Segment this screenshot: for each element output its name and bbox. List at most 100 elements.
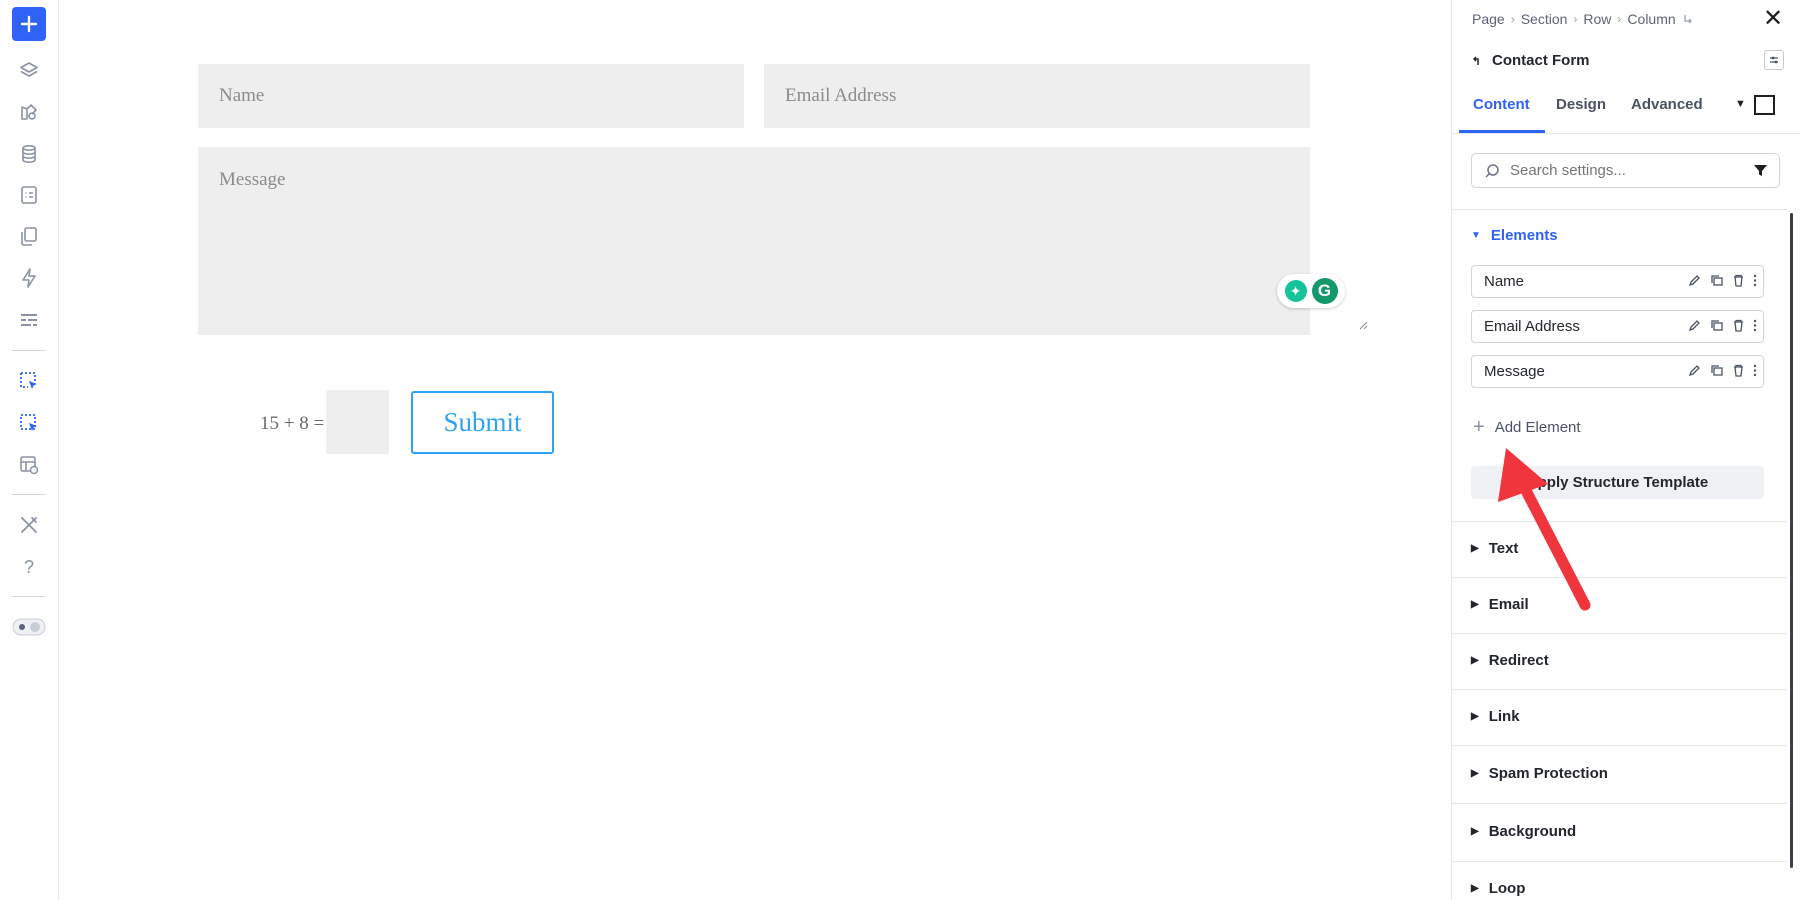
section-label: Text bbox=[1488, 540, 1519, 557]
element-row-name[interactable]: Name bbox=[1471, 265, 1764, 298]
more-vertical-icon[interactable] bbox=[1753, 318, 1757, 333]
resize-grip-icon[interactable] bbox=[1358, 320, 1368, 330]
more-vertical-icon[interactable] bbox=[1753, 363, 1757, 378]
breadcrumb-section[interactable]: Section bbox=[1521, 11, 1568, 27]
section-link[interactable]: ▶ Link bbox=[1471, 708, 1520, 725]
breadcrumb-page[interactable]: Page bbox=[1472, 11, 1505, 27]
section-label: Loop bbox=[1488, 880, 1526, 897]
divider bbox=[1452, 689, 1787, 690]
close-icon[interactable]: ✕ bbox=[1762, 7, 1784, 31]
email-placeholder: Email Address bbox=[785, 85, 897, 106]
edit-icon[interactable] bbox=[1687, 273, 1702, 288]
help-button[interactable]: ? bbox=[12, 550, 46, 584]
add-button[interactable] bbox=[12, 7, 46, 41]
grammarly-logo-icon[interactable]: G bbox=[1311, 278, 1338, 304]
apply-structure-template-button[interactable]: Apply Structure Template bbox=[1471, 466, 1764, 499]
list-icon bbox=[21, 314, 37, 326]
trash-icon[interactable] bbox=[1731, 273, 1746, 288]
select-cursor-alt-icon bbox=[20, 414, 37, 431]
section-spam-protection[interactable]: ▶ Spam Protection bbox=[1471, 765, 1608, 782]
section-redirect[interactable]: ▶ Redirect bbox=[1471, 652, 1549, 669]
panel-scrollbar[interactable] bbox=[1790, 213, 1793, 868]
section-text[interactable]: ▶ Text bbox=[1471, 540, 1518, 557]
back-icon[interactable] bbox=[1472, 55, 1484, 67]
modules-icon bbox=[21, 104, 37, 120]
panel-tabs: Content Design Advanced ▼ bbox=[1452, 90, 1800, 134]
captcha-question: 15 + 8 = bbox=[260, 413, 325, 434]
form-button[interactable] bbox=[12, 178, 46, 212]
captcha-input[interactable] bbox=[326, 390, 389, 454]
breadcrumb-separator: › bbox=[1617, 12, 1622, 26]
section-email[interactable]: ▶ Email bbox=[1471, 596, 1529, 613]
lightning-icon bbox=[22, 268, 36, 288]
theme-toggle[interactable] bbox=[12, 610, 46, 644]
select-button[interactable] bbox=[12, 364, 46, 398]
section-background[interactable]: ▶ Background bbox=[1471, 823, 1576, 840]
divider bbox=[1452, 745, 1787, 746]
breadcrumb-column[interactable]: Column bbox=[1627, 11, 1675, 27]
breadcrumb-separator: › bbox=[1573, 12, 1578, 26]
caret-right-icon: ▶ bbox=[1471, 655, 1479, 666]
list-button[interactable] bbox=[12, 303, 46, 337]
breadcrumb-separator: › bbox=[1510, 12, 1515, 26]
more-vertical-icon[interactable] bbox=[1753, 273, 1757, 288]
select-alt-button[interactable] bbox=[12, 406, 46, 440]
name-field[interactable]: Name bbox=[198, 64, 744, 128]
duplicate-icon[interactable] bbox=[1709, 363, 1724, 378]
section-label: Link bbox=[1488, 708, 1520, 725]
element-label: Name bbox=[1484, 273, 1525, 290]
layers-button[interactable] bbox=[12, 54, 46, 88]
section-loop[interactable]: ▶ Loop bbox=[1471, 880, 1525, 897]
database-button[interactable] bbox=[12, 137, 46, 171]
caret-right-icon: ▶ bbox=[1471, 768, 1479, 779]
trash-icon[interactable] bbox=[1731, 363, 1746, 378]
lightning-button[interactable] bbox=[12, 261, 46, 295]
tab-advanced[interactable]: Advanced bbox=[1631, 96, 1703, 113]
tools-button[interactable] bbox=[12, 508, 46, 542]
email-field[interactable]: Email Address bbox=[764, 64, 1310, 128]
layout-view-button[interactable] bbox=[12, 448, 46, 482]
message-field[interactable]: Message bbox=[198, 147, 1310, 335]
square-icon[interactable] bbox=[1754, 95, 1775, 115]
grammarly-suggestion-icon[interactable]: ✦ bbox=[1284, 280, 1307, 302]
layers-icon bbox=[20, 62, 38, 77]
add-element-button[interactable]: + Add Element bbox=[1473, 416, 1581, 439]
left-toolbar: ? bbox=[0, 0, 59, 900]
settings-search[interactable] bbox=[1471, 153, 1780, 188]
section-label: Spam Protection bbox=[1488, 765, 1608, 782]
search-input[interactable] bbox=[1508, 161, 1738, 180]
submit-button[interactable]: Submit bbox=[411, 391, 554, 454]
module-header: Contact Form bbox=[1472, 52, 1590, 69]
edit-icon[interactable] bbox=[1687, 318, 1702, 333]
breadcrumb: Page › Section › Row › Column bbox=[1472, 11, 1694, 27]
section-elements[interactable]: ▼ Elements bbox=[1471, 227, 1558, 244]
tab-design[interactable]: Design bbox=[1556, 96, 1606, 113]
breadcrumb-row[interactable]: Row bbox=[1583, 11, 1611, 27]
pages-button[interactable] bbox=[12, 219, 46, 253]
message-placeholder: Message bbox=[219, 169, 286, 190]
filter-icon[interactable] bbox=[1753, 163, 1768, 178]
toolbar-divider bbox=[12, 596, 46, 597]
element-label: Message bbox=[1484, 363, 1545, 380]
grammarly-widget[interactable]: ✦ G bbox=[1277, 274, 1345, 308]
tab-content[interactable]: Content bbox=[1473, 96, 1530, 113]
active-tab-indicator bbox=[1459, 130, 1545, 133]
duplicate-icon[interactable] bbox=[1709, 273, 1724, 288]
page-canvas: Name Email Address Message ✦ G 15 + 8 = … bbox=[59, 0, 1451, 900]
caret-down-icon[interactable]: ▼ bbox=[1735, 98, 1746, 110]
plus-icon bbox=[20, 15, 38, 33]
duplicate-icon[interactable] bbox=[1709, 318, 1724, 333]
caret-right-icon: ▶ bbox=[1471, 826, 1479, 837]
section-label: Background bbox=[1488, 823, 1577, 840]
return-arrow-icon[interactable] bbox=[1682, 13, 1694, 25]
modules-button[interactable] bbox=[12, 95, 46, 129]
section-label: Email bbox=[1488, 596, 1529, 613]
plus-icon: + bbox=[1473, 416, 1485, 438]
trash-icon[interactable] bbox=[1731, 318, 1746, 333]
element-row-email[interactable]: Email Address bbox=[1471, 310, 1764, 343]
element-actions bbox=[1687, 273, 1757, 288]
module-options-button[interactable] bbox=[1764, 50, 1784, 70]
element-row-message[interactable]: Message bbox=[1471, 355, 1764, 388]
edit-icon[interactable] bbox=[1687, 363, 1702, 378]
element-actions bbox=[1687, 318, 1757, 333]
